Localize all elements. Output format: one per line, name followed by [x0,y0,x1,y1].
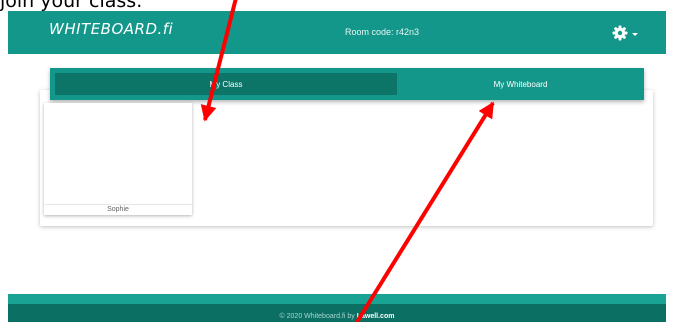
student-whiteboard-card[interactable]: Sophie [44,103,192,215]
tab-my-whiteboard[interactable]: My Whiteboard [397,73,644,95]
room-code-label: Room code: r42n3 [345,27,420,37]
student-name: Sophie [107,206,129,213]
footer-band [8,294,666,304]
gear-icon [612,25,628,41]
tab-my-class[interactable]: My Class [55,73,397,95]
footer-link[interactable]: Lawell.com [357,313,395,320]
tab-label: My Whiteboard [493,79,548,89]
footer-text: © 2020 Whiteboard.fi by Lawell.com [8,313,666,320]
settings-menu-button[interactable] [612,24,646,42]
top-navbar: WHITEBOARD.fi Room code: r42n3 [8,11,666,54]
divider [44,204,192,205]
tab-label: My Class [209,79,243,89]
tab-bar: My Class My Whiteboard [50,68,644,100]
footer: © 2020 Whiteboard.fi by Lawell.com [8,304,666,322]
brand-logo[interactable]: WHITEBOARD.fi [49,20,173,38]
caret-down-icon [632,32,638,36]
copyright-text: © 2020 Whiteboard.fi by [279,313,357,320]
